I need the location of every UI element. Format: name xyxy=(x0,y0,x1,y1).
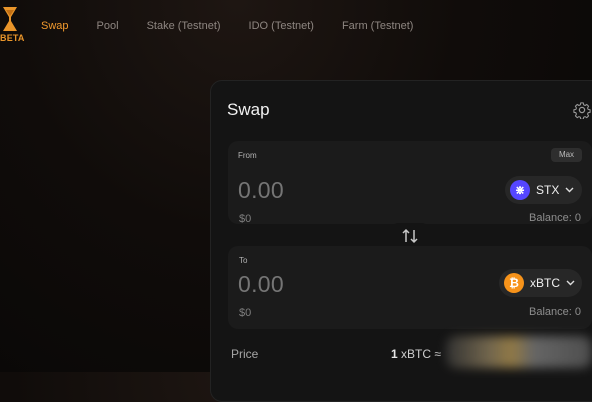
price-base-amount: 1 xyxy=(391,347,398,361)
nav-swap[interactable]: Swap xyxy=(41,20,69,34)
gear-icon[interactable] xyxy=(573,101,591,119)
to-token-select[interactable]: ₿ xBTC xyxy=(499,269,582,297)
nav-pool[interactable]: Pool xyxy=(97,20,119,34)
nav-farm[interactable]: Farm (Testnet) xyxy=(342,20,414,34)
to-token-name: xBTC xyxy=(530,276,560,290)
beta-badge: BETA xyxy=(0,33,25,43)
price-value: 1 xBTC ≈ xyxy=(391,347,441,361)
nav-ido[interactable]: IDO (Testnet) xyxy=(249,20,314,34)
stx-icon: ⋇ xyxy=(510,180,530,200)
nav-stake[interactable]: Stake (Testnet) xyxy=(147,20,221,34)
price-approx: ≈ xyxy=(434,347,441,361)
to-amount-input[interactable] xyxy=(238,271,358,298)
chevron-down-icon xyxy=(565,187,574,193)
price-base-token: xBTC xyxy=(401,347,432,361)
blurred-overlay xyxy=(446,336,592,368)
from-label: From xyxy=(238,151,257,160)
top-nav: Swap Pool Stake (Testnet) IDO (Testnet) … xyxy=(41,20,441,34)
from-token-select[interactable]: ⋇ STX xyxy=(505,176,582,204)
from-token-name: STX xyxy=(536,183,560,197)
from-usd-value: $0 xyxy=(239,213,252,225)
app-logo[interactable]: BETA xyxy=(0,6,25,44)
from-balance: Balance: 0 xyxy=(529,212,581,224)
chevron-down-icon xyxy=(566,280,575,286)
to-usd-value: $0 xyxy=(239,307,252,319)
hourglass-logo-icon xyxy=(3,7,17,31)
to-balance: Balance: 0 xyxy=(529,306,581,318)
swap-title: Swap xyxy=(227,100,270,119)
xbtc-icon: ₿ xyxy=(504,273,524,293)
to-label: To xyxy=(239,256,248,265)
from-amount-input[interactable] xyxy=(238,177,358,204)
max-button[interactable]: Max xyxy=(551,148,582,162)
price-label: Price xyxy=(231,347,259,361)
